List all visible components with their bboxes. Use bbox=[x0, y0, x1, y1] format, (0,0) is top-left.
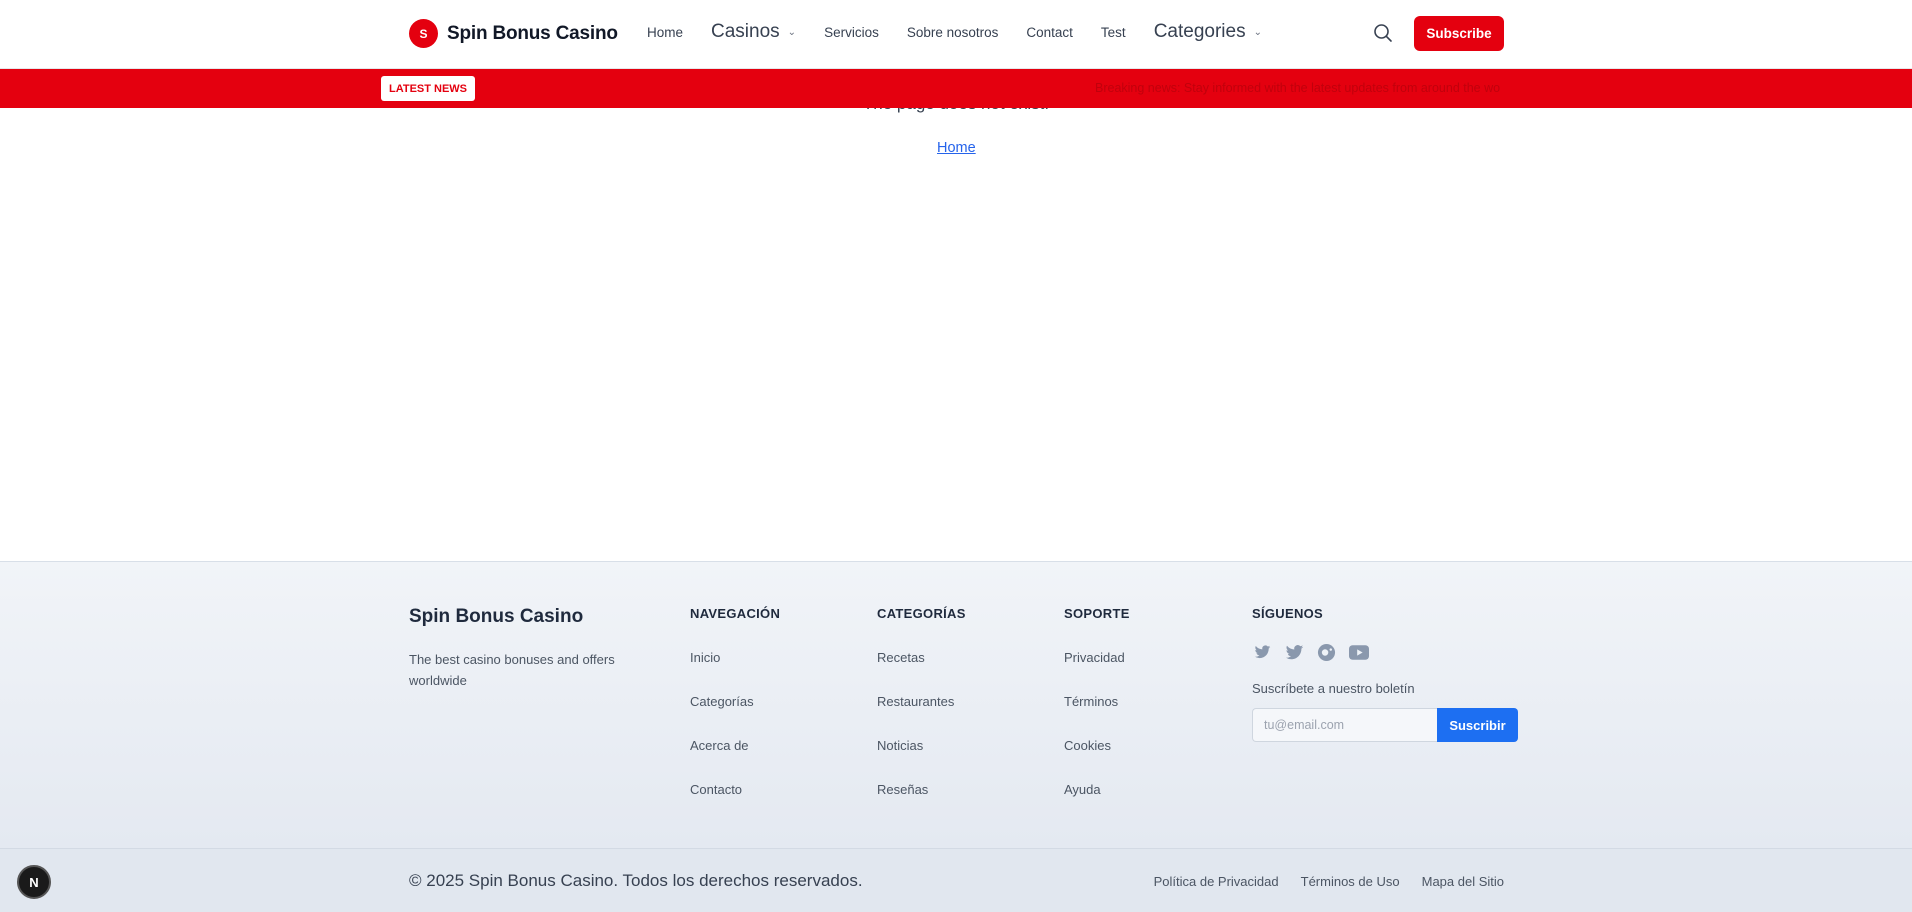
logo-link[interactable]: S Spin Bonus Casino bbox=[409, 19, 618, 48]
copyright-text: © 2025 Spin Bonus Casino. Todos los dere… bbox=[409, 871, 863, 890]
footer-link-cookies[interactable]: Cookies bbox=[1064, 738, 1130, 756]
nav-test[interactable]: Test bbox=[1101, 25, 1126, 40]
search-button[interactable] bbox=[1372, 22, 1394, 44]
footer-link-privacidad[interactable]: Privacidad bbox=[1064, 650, 1130, 668]
youtube-icon[interactable] bbox=[1348, 642, 1369, 663]
footer-link-restaurantes[interactable]: Restaurantes bbox=[877, 694, 966, 712]
legal-links: Política de Privacidad Términos de Uso M… bbox=[1154, 874, 1504, 889]
footer-col-categorias: CATEGORÍAS Recetas Restaurantes Noticias… bbox=[877, 606, 966, 800]
footer-col-title: SÍGUENOS bbox=[1252, 606, 1324, 621]
newsletter-email-input[interactable] bbox=[1252, 708, 1437, 742]
footer-link-inicio[interactable]: Inicio bbox=[690, 650, 780, 668]
brand-name: Spin Bonus Casino bbox=[447, 22, 618, 44]
site-footer: Spin Bonus Casino The best casino bonuse… bbox=[0, 561, 1912, 848]
dev-tools-badge[interactable]: N bbox=[17, 865, 51, 899]
footer-link-terminos[interactable]: Términos bbox=[1064, 694, 1130, 712]
footer-link-recetas[interactable]: Recetas bbox=[877, 650, 966, 668]
footer-col-soporte: SOPORTE Privacidad Términos Cookies Ayud… bbox=[1064, 606, 1130, 800]
social-links bbox=[1252, 642, 1518, 663]
nav-categories-label: Categories bbox=[1153, 21, 1246, 42]
footer-tagline: The best casino bonuses and offers world… bbox=[409, 652, 615, 688]
footer-col-siguenos: SÍGUENOS Suscríbete a nuestro boletín Su… bbox=[1252, 606, 1518, 742]
footer-col-title: SOPORTE bbox=[1064, 606, 1130, 621]
footer-col-title: CATEGORÍAS bbox=[877, 606, 966, 621]
nav-home[interactable]: Home bbox=[647, 25, 683, 40]
privacy-policy-link[interactable]: Política de Privacidad bbox=[1154, 874, 1279, 889]
nav-casinos[interactable]: Casinos ⌄ bbox=[711, 21, 796, 43]
footer-link-acerca-de[interactable]: Acerca de bbox=[690, 738, 780, 756]
site-header: S Spin Bonus Casino Home Casinos ⌄ Servic… bbox=[0, 0, 1912, 69]
ticker-text: Breaking news: Stay informed with the la… bbox=[1095, 81, 1501, 95]
news-ticker: LATEST NEWS Breaking news: Stay informed… bbox=[0, 69, 1912, 108]
latest-news-badge: LATEST NEWS bbox=[381, 76, 476, 101]
footer-bottom-bar: © 2025 Spin Bonus Casino. Todos los dere… bbox=[0, 848, 1912, 912]
nav-servicios[interactable]: Servicios bbox=[824, 25, 879, 40]
nav-sobre-nosotros-label: Sobre nosotros bbox=[906, 24, 999, 40]
nav-home-label: Home bbox=[647, 24, 684, 40]
footer-brand: Spin Bonus Casino bbox=[409, 606, 584, 627]
nav-sobre-nosotros[interactable]: Sobre nosotros bbox=[907, 25, 999, 40]
main-nav: Home Casinos ⌄ Servicios Sobre nosotros C… bbox=[647, 18, 1290, 46]
newsletter-label: Suscríbete a nuestro boletín bbox=[1252, 681, 1415, 696]
footer-col-navegacion: NAVEGACIÓN Inicio Categorías Acerca de C… bbox=[690, 606, 780, 800]
search-icon bbox=[1374, 24, 1392, 42]
footer-link-resenas[interactable]: Reseñas bbox=[877, 782, 966, 800]
nav-categories[interactable]: Categories ⌄ bbox=[1154, 21, 1262, 43]
nav-contact[interactable]: Contact bbox=[1026, 25, 1073, 40]
twitter-icon[interactable] bbox=[1284, 642, 1305, 663]
nav-contact-label: Contact bbox=[1026, 24, 1073, 40]
sitemap-link[interactable]: Mapa del Sitio bbox=[1422, 874, 1504, 889]
social-icon[interactable] bbox=[1316, 642, 1337, 663]
twitter-icon[interactable] bbox=[1252, 642, 1273, 663]
footer-link-contacto[interactable]: Contacto bbox=[690, 782, 780, 800]
footer-link-ayuda[interactable]: Ayuda bbox=[1064, 782, 1130, 800]
footer-col-title: NAVEGACIÓN bbox=[690, 606, 781, 621]
home-link[interactable]: Home bbox=[937, 140, 976, 156]
nav-casinos-label: Casinos bbox=[711, 21, 780, 42]
newsletter-subscribe-button[interactable]: Suscribir bbox=[1437, 708, 1518, 742]
nav-servicios-label: Servicios bbox=[824, 24, 879, 40]
terms-of-use-link[interactable]: Términos de Uso bbox=[1301, 874, 1400, 889]
chevron-down-icon: ⌄ bbox=[787, 26, 797, 38]
subscribe-button[interactable]: Subscribe bbox=[1414, 16, 1504, 51]
nav-test-label: Test bbox=[1100, 24, 1126, 40]
logo-badge: S bbox=[409, 19, 438, 48]
newsletter-form: Suscribir bbox=[1252, 708, 1518, 742]
chevron-down-icon: ⌄ bbox=[1253, 26, 1262, 38]
footer-link-categorias[interactable]: Categorías bbox=[690, 694, 780, 712]
footer-link-noticias[interactable]: Noticias bbox=[877, 738, 966, 756]
